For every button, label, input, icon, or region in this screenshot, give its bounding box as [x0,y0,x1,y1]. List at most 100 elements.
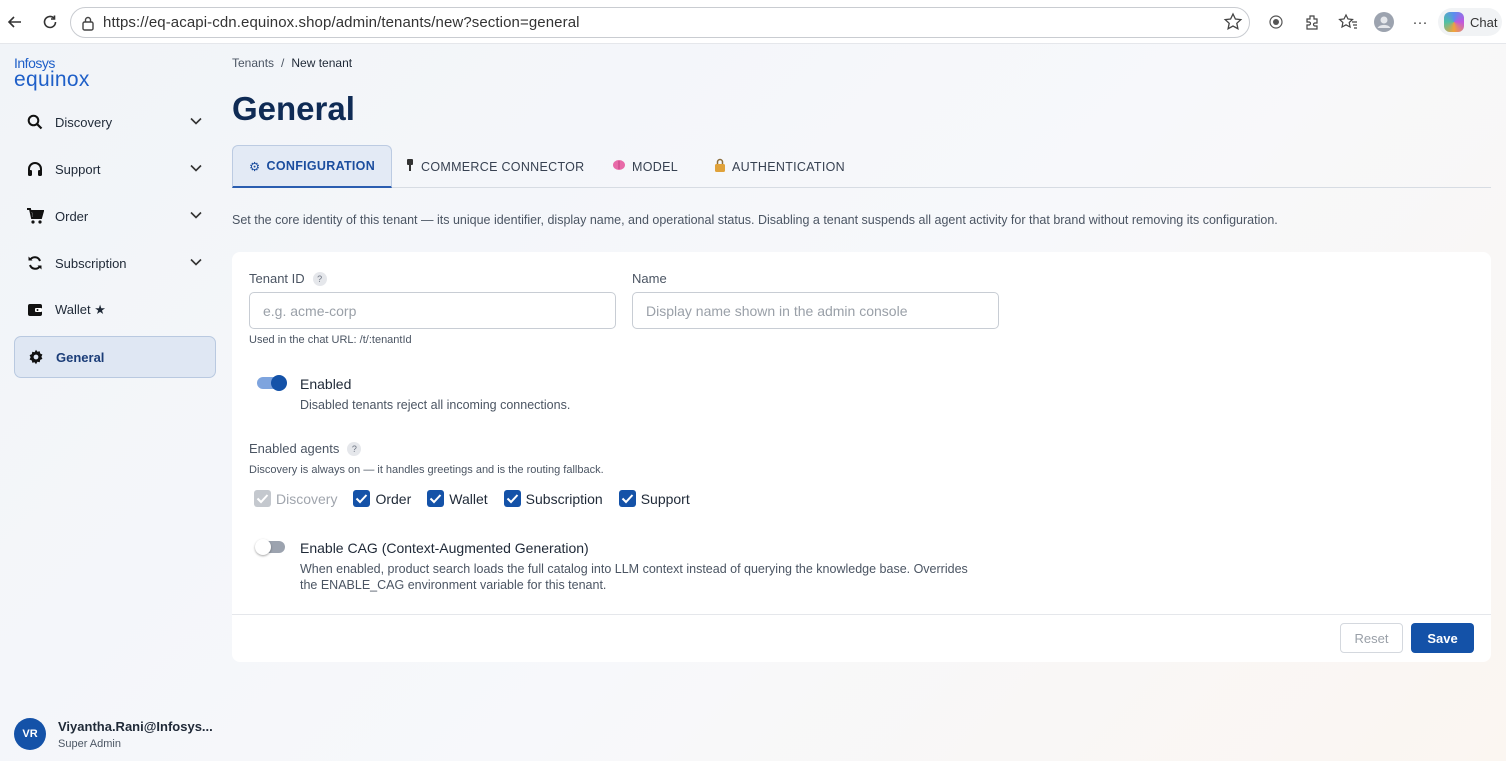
reload-button[interactable] [36,8,64,36]
sidebar-item-order[interactable]: Order [14,195,216,237]
sidebar: Infosys equinox Discovery Support Order … [0,44,224,761]
toggle-knob [271,375,287,391]
page-title: General [232,90,355,127]
breadcrumb-separator: / [281,56,285,70]
record-icon[interactable] [1258,8,1294,36]
lock-icon [82,16,94,31]
agent-checkbox-subscription[interactable]: Subscription [503,490,603,507]
save-button[interactable]: Save [1411,623,1474,653]
tab-label: CONFIGURATION [266,159,376,173]
chevron-down-icon[interactable] [189,255,203,272]
brain-icon [612,159,626,174]
tenant-id-input[interactable] [249,292,616,329]
tab-authentication[interactable]: AUTHENTICATION [714,145,845,188]
chevron-down-icon[interactable] [189,161,203,178]
agent-checkbox-wallet[interactable]: Wallet [427,490,488,507]
sidebar-item-label: Support [55,161,101,177]
sidebar-item-label: Discovery [55,114,113,130]
back-arrow-icon [7,16,21,28]
breadcrumb: Tenants / New tenant [232,56,352,70]
section-description: Set the core identity of this tenant — i… [232,213,1278,227]
url-text: https://eq-acapi-cdn.equinox.shop/admin/… [103,14,580,31]
cag-label: Enable CAG (Context-Augmented Generation… [300,540,589,556]
favorites-icon[interactable] [1330,8,1366,36]
enabled-agents-label-text: Enabled agents [249,441,340,456]
refresh-icon [26,254,44,272]
extensions-icon[interactable] [1294,8,1330,36]
agent-label: Subscription [525,490,603,507]
tab-bar: ⚙ CONFIGURATION COMMERCE CONNECTOR MODEL… [232,145,1491,188]
sidebar-item-label: Subscription [55,255,127,271]
tenant-id-label-text: Tenant ID [249,271,305,286]
reset-button[interactable]: Reset [1340,623,1403,653]
sidebar-item-label: General [56,349,105,365]
checkbox-checked-icon [353,490,371,507]
sidebar-item-support[interactable]: Support [14,148,216,190]
agent-checkbox-discovery: Discovery [254,490,337,507]
cart-icon [26,207,44,225]
cag-toggle[interactable] [255,539,285,555]
help-icon[interactable]: ? [347,441,362,456]
tenant-id-label: Tenant ID ? [249,271,327,286]
chevron-down-icon[interactable] [189,208,203,225]
tab-commerce-connector[interactable]: COMMERCE CONNECTOR [405,145,585,188]
tenant-id-hint: Used in the chat URL: /t/:tenantId [249,334,412,346]
address-bar[interactable]: https://eq-acapi-cdn.equinox.shop/admin/… [70,7,1250,38]
lock-icon [714,158,726,175]
chat-label: Chat [1470,14,1498,30]
copilot-chat-button[interactable]: Chat [1438,8,1502,36]
wallet-icon [26,301,44,319]
sidebar-item-discovery[interactable]: Discovery [14,101,216,143]
search-icon [26,113,44,131]
cag-description-line1: When enabled, product search loads the f… [300,562,968,576]
app-root: Infosys equinox Discovery Support Order … [0,44,1506,761]
sidebar-item-label: Order [55,208,89,224]
checkbox-checked-icon [618,490,636,507]
tab-model[interactable]: MODEL [612,145,678,188]
chevron-down-icon[interactable] [189,114,203,131]
enabled-toggle[interactable] [257,375,287,391]
more-menu-button[interactable]: ··· [1402,8,1438,36]
checkbox-checked-icon [254,490,271,507]
cag-description-line2: the ENABLE_CAG environment variable for … [300,578,607,592]
sidebar-item-subscription[interactable]: Subscription [14,242,216,284]
profile-icon[interactable] [1366,8,1402,36]
breadcrumb-tenants[interactable]: Tenants [232,56,274,70]
sidebar-item-label: Wallet ★ [55,302,106,317]
help-icon[interactable]: ? [312,271,327,286]
tab-label: AUTHENTICATION [732,159,845,174]
browser-extensions: ··· [1258,8,1438,36]
agent-checkbox-support[interactable]: Support [618,490,690,507]
configuration-card: Tenant ID ? Used in the chat URL: /t/:te… [232,252,1491,662]
name-input[interactable] [632,292,999,329]
agent-label: Wallet [449,490,488,507]
favorite-star-icon[interactable] [1223,12,1243,37]
tab-label: MODEL [632,159,678,174]
toggle-knob [255,539,271,555]
enabled-agents-label: Enabled agents ? [249,441,362,456]
agents-checkbox-group: Discovery Order Wallet Subscription Supp… [254,490,706,507]
checkbox-checked-icon [503,490,521,507]
copilot-icon [1444,12,1464,32]
sidebar-item-general[interactable]: General [14,336,216,378]
gear-icon [27,348,45,366]
avatar: VR [14,718,46,750]
gear-icon: ⚙ [249,159,261,174]
name-label: Name [632,271,667,286]
agent-label: Discovery [276,490,338,507]
brand-logo[interactable]: Infosys equinox [14,56,90,90]
reload-icon [43,15,57,29]
sidebar-item-wallet[interactable]: Wallet ★ [14,289,216,331]
user-profile[interactable]: VR Viyantha.Rani@Infosys... Super Admin [14,718,213,750]
back-button[interactable] [1,8,29,36]
agent-label: Support [640,490,690,507]
card-footer-divider [232,614,1491,615]
agent-label: Order [375,490,412,507]
browser-toolbar: https://eq-acapi-cdn.equinox.shop/admin/… [0,0,1506,44]
enabled-label: Enabled [300,376,352,392]
headset-icon [26,160,44,178]
tab-configuration[interactable]: ⚙ CONFIGURATION [232,145,393,188]
user-role: Super Admin [58,737,121,750]
agent-checkbox-order[interactable]: Order [353,490,411,507]
checkbox-checked-icon [427,490,445,507]
